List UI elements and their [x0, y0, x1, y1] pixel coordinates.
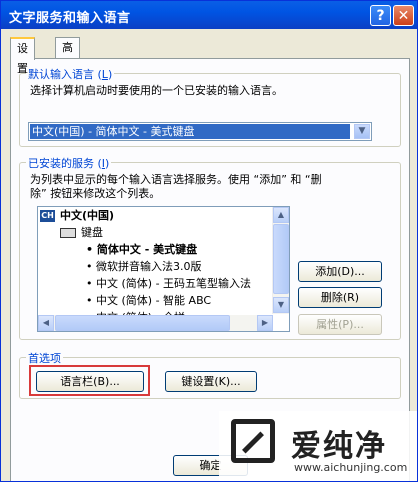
watermark-text: 爱纯净: [291, 429, 387, 464]
installed-services-group-label: 已安装的服务 (I): [26, 155, 112, 171]
list-item[interactable]: • 微软拼音输入法3.0版: [86, 259, 202, 275]
list-item[interactable]: • 中文 (简体) - 王码五笔型输入法: [86, 276, 251, 292]
default-language-value: 中文(中国) - 简体中文 - 美式键盘: [30, 124, 350, 139]
tree-category-label: 键盘: [81, 226, 103, 239]
tab-advanced[interactable]: 高级: [55, 37, 80, 74]
keyboard-icon: [60, 228, 76, 238]
preferences-group-label: 首选项: [26, 350, 63, 366]
vertical-scroll-thumb[interactable]: [273, 224, 289, 294]
title-bar[interactable]: 文字服务和输入语言 ? ✕: [1, 1, 417, 29]
watermark-url: www.aichunjing.com: [294, 461, 408, 474]
dialog-window: 文字服务和输入语言 ? ✕ 设置 高级 默认输入语言 (L) 选择计算机启动时要…: [0, 0, 418, 482]
default-language-group-label: 默认输入语言 (L): [26, 66, 115, 82]
horizontal-scrollbar[interactable]: ◀ ▶: [38, 315, 273, 331]
highlight-annotation: [29, 365, 150, 396]
key-settings-button[interactable]: 键设置(K)...: [165, 371, 257, 392]
scroll-down-icon[interactable]: ▼: [273, 297, 289, 313]
tree-language-label: 中文(中国): [60, 209, 115, 222]
add-button[interactable]: 添加(D)...: [298, 261, 382, 282]
watermark: 爱纯净 www.aichunjing.com: [219, 411, 417, 481]
properties-button[interactable]: 属性(P)...: [298, 314, 382, 335]
scroll-right-icon[interactable]: ▶: [257, 315, 273, 331]
chevron-down-icon[interactable]: ▼: [354, 124, 370, 139]
default-language-select[interactable]: 中文(中国) - 简体中文 - 美式键盘 ▼: [28, 122, 372, 141]
close-button[interactable]: ✕: [393, 5, 414, 26]
remove-button[interactable]: 删除(R): [298, 287, 382, 308]
installed-services-list[interactable]: CH 中文(中国) 键盘 • 简体中文 - 美式键盘 • 微软拼音输入法3.0版…: [37, 206, 290, 332]
window-title: 文字服务和输入语言: [9, 11, 131, 26]
scroll-left-icon[interactable]: ◀: [38, 315, 54, 331]
help-button[interactable]: ?: [370, 5, 391, 26]
scroll-up-icon[interactable]: ▲: [273, 207, 289, 223]
watermark-logo-icon: [231, 419, 275, 463]
language-badge-icon: CH: [40, 210, 55, 222]
installed-services-description-line2: 除” 按钮来修改这个列表。: [30, 187, 161, 200]
default-language-description: 选择计算机启动时要使用的一个已安装的输入语言。: [30, 84, 283, 97]
list-item[interactable]: • 简体中文 - 美式键盘: [86, 242, 197, 258]
horizontal-scroll-thumb[interactable]: [55, 315, 230, 331]
close-icon: ✕: [397, 8, 410, 24]
tab-settings[interactable]: 设置: [10, 37, 35, 75]
vertical-scrollbar[interactable]: ▲ ▼: [272, 207, 289, 314]
list-item[interactable]: • 中文 (简体) - 智能 ABC: [86, 293, 211, 309]
tree-category-row[interactable]: 键盘: [60, 225, 103, 241]
installed-services-description-line1: 为列表中显示的每个输入语言选择服务。使用 “添加” 和 “删: [30, 173, 322, 186]
